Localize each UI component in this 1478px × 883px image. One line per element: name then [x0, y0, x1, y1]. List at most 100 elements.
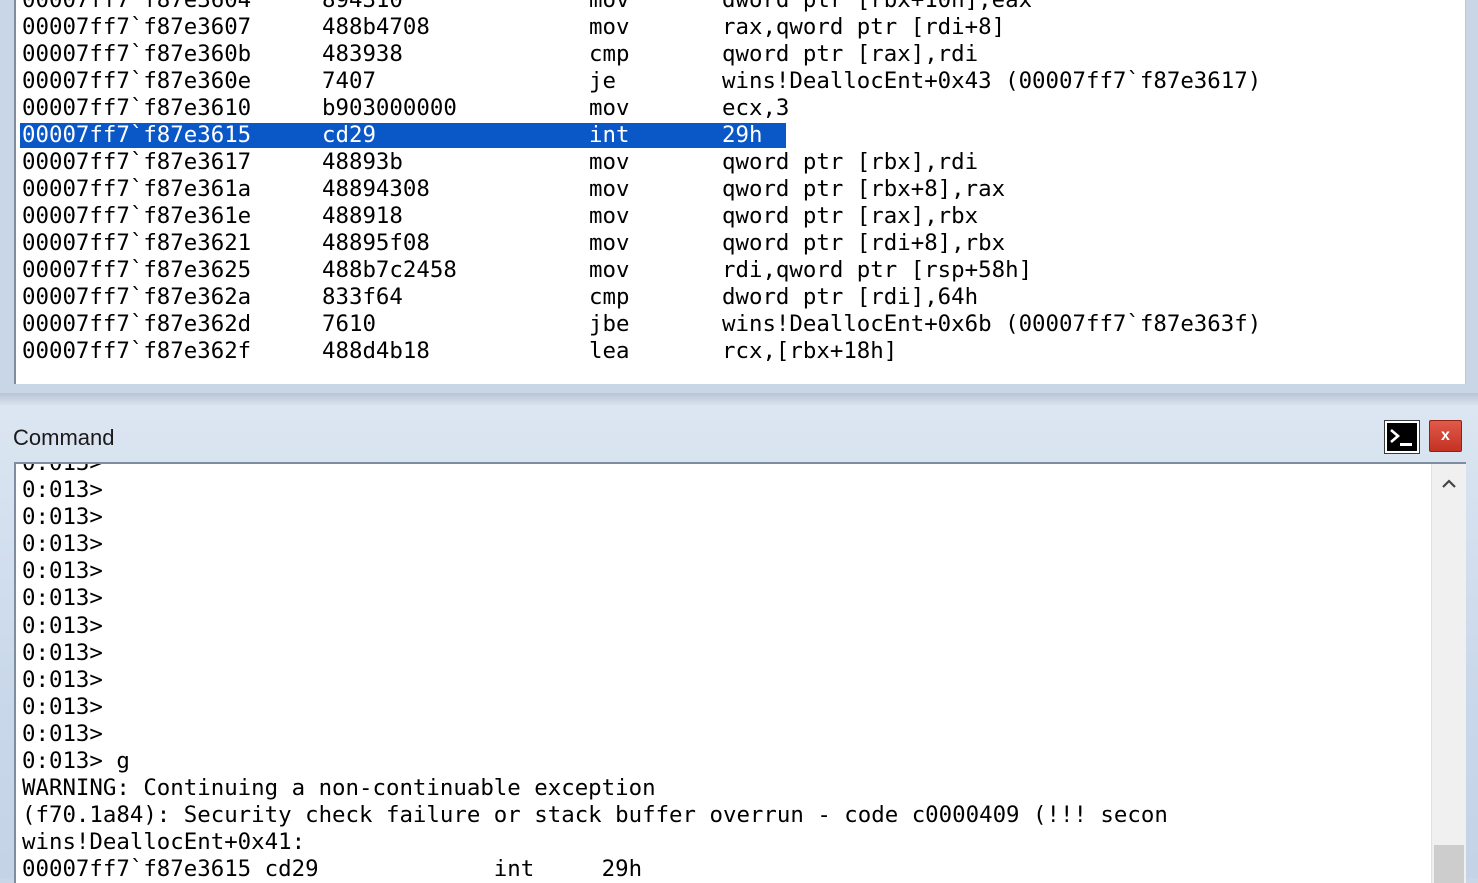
disassembly-row[interactable]: 00007ff7`f87e362a 833f64 cmp dword ptr [rdi…	[20, 284, 1460, 311]
output-line: 0:013>	[22, 612, 103, 639]
row-mnemonic: cmp	[589, 41, 630, 67]
row-operands: 29h	[722, 122, 763, 148]
row-bytes: 7407	[322, 68, 376, 94]
row-address: 00007ff7`f87e360e	[22, 68, 252, 94]
output-line: 0:013>	[22, 477, 103, 504]
row-operands: dword ptr [rdi],64h	[722, 284, 979, 310]
row-mnemonic: mov	[589, 203, 630, 229]
output-line-partial: 0:013>	[22, 462, 103, 476]
row-bytes: 894310	[322, 0, 403, 13]
row-bytes: 488b7c2458	[322, 257, 457, 283]
row-mnemonic: mov	[589, 230, 630, 256]
row-operands: wins!DeallocEnt+0x43 (00007ff7`f87e3617)	[722, 68, 1262, 94]
row-mnemonic: mov	[589, 149, 630, 175]
row-operands: qword ptr [rax],rdi	[722, 41, 979, 67]
close-icon: x	[1441, 427, 1450, 444]
row-bytes: 48893b	[322, 149, 403, 175]
row-operands: qword ptr [rbx+8],rax	[722, 176, 1006, 202]
row-address: 00007ff7`f87e3617	[22, 149, 252, 175]
scroll-up-button[interactable]	[1432, 468, 1466, 498]
output-line: 0:013> g	[22, 748, 130, 775]
command-window-title: Command	[13, 425, 115, 450]
row-mnemonic: mov	[589, 0, 630, 13]
row-operands: rdi,qword ptr [rsp+58h]	[722, 257, 1033, 283]
row-mnemonic: mov	[589, 257, 630, 283]
disassembly-row[interactable]: 00007ff7`f87e3604 894310 mov dword ptr [rbx…	[20, 0, 1460, 14]
row-address: 00007ff7`f87e3625	[22, 257, 252, 283]
row-mnemonic: jbe	[589, 311, 630, 337]
command-output[interactable]: 0:013> 0:013> 0:013> 0:013> 0:013> 0:013> 0:0…	[14, 462, 1466, 883]
disassembly-row-selected[interactable]: 00007ff7`f87e3615 cd29 int 29h	[20, 122, 1460, 149]
row-operands: rax,qword ptr [rdi+8]	[722, 14, 1006, 40]
row-bytes: 7610	[322, 311, 376, 337]
disassembly-row[interactable]: 00007ff7`f87e3610 b903000000 mov ecx,3	[20, 95, 1460, 122]
disassembly-row[interactable]: 00007ff7`f87e362d 7610 jbe wins!DeallocEnt+…	[20, 311, 1460, 338]
disassembly-listing[interactable]: 00007ff7`f87e3604 894310 mov dword ptr [rbx…	[14, 0, 1466, 384]
disassembly-row[interactable]: 00007ff7`f87e3607 488b4708 mov rax,qword pt…	[20, 14, 1460, 41]
row-bytes: 488918	[322, 203, 403, 229]
row-bytes: 48894308	[322, 176, 430, 202]
row-bytes: 833f64	[322, 284, 403, 310]
row-mnemonic: je	[589, 68, 616, 94]
chevron-up-icon	[1442, 479, 1456, 488]
scrollbar-thumb[interactable]	[1434, 845, 1464, 883]
row-operands: qword ptr [rbx],rdi	[722, 149, 979, 175]
row-address: 00007ff7`f87e3604	[22, 0, 252, 13]
output-line: wins!DeallocEnt+0x41:	[22, 829, 306, 856]
disassembly-pane: 00007ff7`f87e3604 894310 mov dword ptr [rbx…	[0, 0, 1478, 393]
disassembly-row[interactable]: 00007ff7`f87e360b 483938 cmp qword ptr [rax…	[20, 41, 1460, 68]
close-button[interactable]: x	[1429, 420, 1462, 452]
output-line: 0:013>	[22, 531, 103, 558]
row-operands: qword ptr [rax],rbx	[722, 203, 979, 229]
row-mnemonic: int	[589, 122, 630, 148]
row-mnemonic: mov	[589, 14, 630, 40]
row-address: 00007ff7`f87e362a	[22, 284, 252, 310]
output-line: 00007ff7`f87e3615 cd29 int 29h	[22, 856, 643, 883]
row-address: 00007ff7`f87e362f	[22, 338, 252, 364]
row-address: 00007ff7`f87e361e	[22, 203, 252, 229]
row-operands: dword ptr [rbx+10h],eax	[722, 0, 1033, 13]
row-bytes: 483938	[322, 41, 403, 67]
output-line: 0:013>	[22, 639, 103, 666]
output-line: 0:013>	[22, 720, 103, 747]
row-bytes: cd29	[322, 122, 376, 148]
row-operands: ecx,3	[722, 95, 790, 121]
output-line: 0:013>	[22, 585, 103, 612]
row-address: 00007ff7`f87e3615	[22, 122, 252, 148]
console-prompt-icon	[1390, 429, 1412, 446]
row-address: 00007ff7`f87e362d	[22, 311, 252, 337]
row-bytes: 48895f08	[322, 230, 430, 256]
row-mnemonic: mov	[589, 176, 630, 202]
row-address: 00007ff7`f87e3621	[22, 230, 252, 256]
disassembly-row[interactable]: 00007ff7`f87e361e 488918 mov qword ptr [rax…	[20, 203, 1460, 230]
vertical-scrollbar[interactable]	[1431, 464, 1466, 883]
row-address: 00007ff7`f87e361a	[22, 176, 252, 202]
output-line: 0:013>	[22, 666, 103, 693]
row-bytes: b903000000	[322, 95, 457, 121]
row-mnemonic: cmp	[589, 284, 630, 310]
row-bytes: 488b4708	[322, 14, 430, 40]
disassembly-row[interactable]: 00007ff7`f87e3621 48895f08 mov qword ptr [r…	[20, 230, 1460, 257]
row-address: 00007ff7`f87e360b	[22, 41, 252, 67]
row-mnemonic: mov	[589, 95, 630, 121]
disassembly-row[interactable]: 00007ff7`f87e3625 488b7c2458 mov rdi,qword …	[20, 257, 1460, 284]
row-operands: rcx,[rbx+18h]	[722, 338, 898, 364]
row-bytes: 488d4b18	[322, 338, 430, 364]
console-prompt-button[interactable]	[1384, 420, 1420, 454]
disassembly-row[interactable]: 00007ff7`f87e361a 48894308 mov qword ptr [r…	[20, 176, 1460, 203]
row-address: 00007ff7`f87e3607	[22, 14, 252, 40]
row-mnemonic: lea	[589, 338, 630, 364]
pane-splitter[interactable]	[0, 393, 1478, 405]
output-line: 0:013>	[22, 504, 103, 531]
output-line: 0:013>	[22, 693, 103, 720]
disassembly-row[interactable]: 00007ff7`f87e3617 48893b mov qword ptr [rbx…	[20, 149, 1460, 176]
output-line: 0:013>	[22, 558, 103, 585]
row-operands: wins!DeallocEnt+0x6b (00007ff7`f87e363f)	[722, 311, 1262, 337]
disassembly-row[interactable]: 00007ff7`f87e362f 488d4b18 lea rcx,[rbx+18h…	[20, 338, 1460, 365]
output-line: WARNING: Continuing a non-continuable ex…	[22, 775, 656, 802]
command-window: Command x 0:013> 0:013> 0:013> 0:013> 0:013…	[0, 405, 1478, 883]
row-address: 00007ff7`f87e3610	[22, 95, 252, 121]
disassembly-row[interactable]: 00007ff7`f87e360e 7407 je wins!DeallocEnt+0…	[20, 68, 1460, 95]
output-line: (f70.1a84): Security check failure or st…	[22, 802, 1168, 829]
output-lines: 0:013> 0:013> 0:013> 0:013> 0:013> 0:013> 0:0…	[22, 462, 1432, 883]
